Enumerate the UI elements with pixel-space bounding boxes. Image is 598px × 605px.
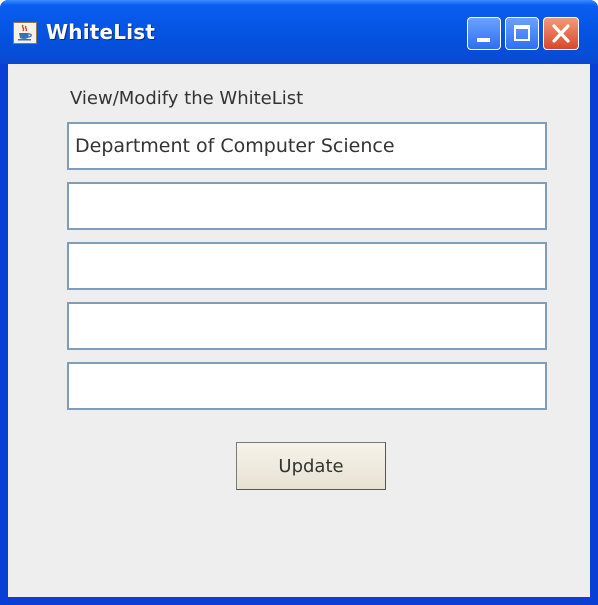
minimize-icon (477, 38, 490, 42)
whitelist-heading: View/Modify the WhiteList (70, 88, 304, 109)
window-content: View/Modify the WhiteList Update (8, 64, 590, 597)
window-title: WhiteList (46, 20, 156, 44)
close-button[interactable] (543, 17, 579, 50)
java-coffee-cup-icon[interactable] (13, 22, 37, 44)
app-window: WhiteList View/Modify the WhiteList Upda… (0, 0, 598, 605)
maximize-icon (514, 25, 530, 41)
whitelist-entry-3[interactable] (67, 242, 547, 290)
title-bar[interactable]: WhiteList (0, 0, 598, 64)
maximize-button[interactable] (505, 17, 539, 50)
close-icon (552, 24, 570, 43)
whitelist-entry-2[interactable] (67, 182, 547, 230)
whitelist-entry-5[interactable] (67, 362, 547, 410)
whitelist-entry-1[interactable] (67, 122, 547, 170)
update-button[interactable]: Update (236, 442, 386, 490)
minimize-button[interactable] (467, 17, 501, 50)
whitelist-entry-4[interactable] (67, 302, 547, 350)
